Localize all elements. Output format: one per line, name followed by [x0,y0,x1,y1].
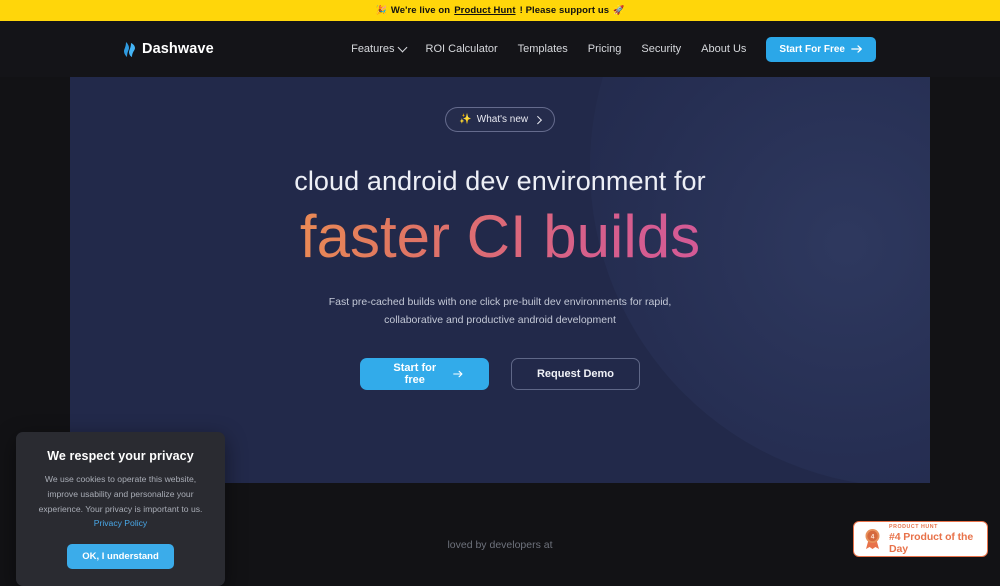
chevron-down-icon [397,42,407,52]
nav-item-about-us[interactable]: About Us [701,43,746,55]
nav-item-features[interactable]: Features [351,42,407,55]
start-for-free-hero-button[interactable]: Start for free [360,358,489,391]
product-hunt-link[interactable]: Product Hunt [454,5,515,16]
start-for-free-nav-button[interactable]: Start For Free [766,36,876,62]
brand-name: Dashwave [142,41,214,57]
brand-logo[interactable]: Dashwave [124,41,214,57]
nav-item-pricing[interactable]: Pricing [588,43,622,55]
cookie-body-text: We use cookies to operate this website, … [38,474,203,514]
main-navbar: Dashwave Features ROI Calculator Templat… [0,21,1000,77]
hero-subheadline: Fast pre-cached builds with one click pr… [328,296,672,326]
hero-cta-row: Start for free Request Demo [360,358,640,391]
announcement-banner: 🎉 We're live on Product Hunt ! Please su… [0,0,1000,21]
nav-cta-label: Start For Free [779,43,845,55]
banner-text-before: We're live on [390,5,451,16]
nav-item-security[interactable]: Security [641,43,681,55]
whats-new-label: What's new [476,114,529,125]
whats-new-pill[interactable]: ✨ What's new [445,107,555,132]
sparkles-icon: ✨ [459,114,472,125]
rocket-icon: 🚀 [613,5,625,15]
nav-label-features: Features [351,43,395,55]
arrow-right-icon [452,370,463,378]
privacy-policy-link[interactable]: Privacy Policy [94,518,147,528]
navbar-links: Features ROI Calculator Templates Pricin… [351,36,876,62]
svg-text:4: 4 [871,534,875,541]
nav-item-templates[interactable]: Templates [518,43,568,55]
chevron-right-icon [534,115,542,124]
wave-logo-icon [124,41,135,57]
hero-section: ✨ What's new cloud android dev environme… [70,77,930,483]
request-demo-button[interactable]: Request Demo [511,358,640,391]
nav-item-roi-calculator[interactable]: ROI Calculator [426,43,498,55]
hero-headline-line2: faster CI builds [299,203,701,270]
cookie-accept-button[interactable]: OK, I understand [67,544,174,570]
hero-headline-line1: cloud android dev environment for [294,166,706,196]
arrow-right-icon [851,45,862,53]
party-popper-icon: 🎉 [375,5,387,15]
medal-icon: 4 [865,529,880,549]
cookie-dialog-body: We use cookies to operate this website, … [32,472,209,531]
product-hunt-title: #4 Product of the Day [889,530,974,555]
banner-text-after: ! Please support us [519,5,610,16]
primary-cta-label: Start for free [393,362,437,387]
cookie-dialog-title: We respect your privacy [47,449,194,463]
product-hunt-badge[interactable]: 4 PRODUCT HUNT #4 Product of the Day [853,521,988,557]
product-hunt-kicker: PRODUCT HUNT [889,523,938,530]
